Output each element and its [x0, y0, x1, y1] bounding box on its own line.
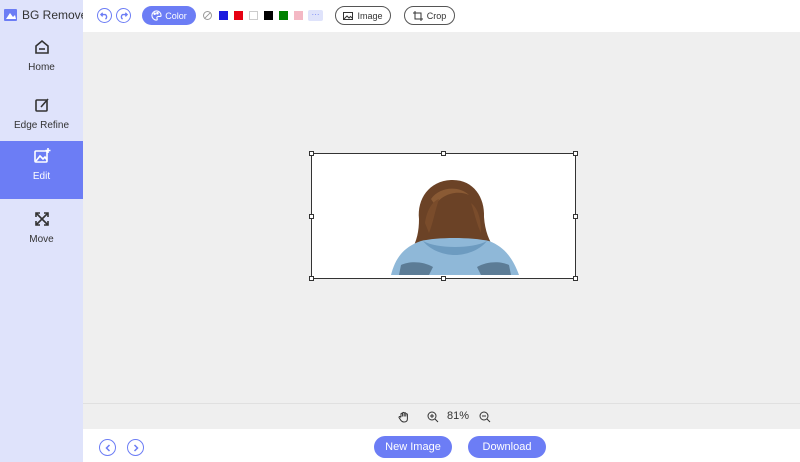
swatch-none[interactable] [203, 11, 212, 20]
sidebar: BG Remover Home Edge Refine Edit Move [0, 0, 91, 462]
resize-handle-top-left[interactable] [309, 151, 314, 156]
sidebar-item-home[interactable]: Home [0, 32, 83, 90]
sidebar-item-move[interactable]: Move [0, 204, 83, 262]
image-icon [343, 11, 354, 20]
download-button[interactable]: Download [468, 436, 546, 458]
zoom-bar: 81% [83, 403, 800, 429]
more-colors-button[interactable]: ··· [308, 10, 323, 21]
image-plus-icon [33, 148, 50, 163]
color-button-label: Color [165, 10, 187, 21]
edit-pen-icon [34, 98, 49, 112]
zoom-level: 81% [447, 410, 470, 422]
sidebar-item-edit[interactable]: Edit [0, 141, 83, 199]
image-button[interactable]: Image [335, 6, 391, 25]
app-title: BG Remover [3, 6, 91, 24]
undo-icon [100, 12, 108, 20]
canvas-area[interactable] [83, 32, 800, 403]
new-image-button[interactable]: New Image [374, 436, 452, 458]
crop-button[interactable]: Crop [404, 6, 455, 25]
image-button-label: Image [357, 10, 383, 21]
swatch-black[interactable] [264, 11, 273, 20]
resize-handle-bottom-right[interactable] [573, 276, 578, 281]
zoom-out-icon[interactable] [479, 411, 491, 423]
redo-button[interactable] [116, 8, 131, 23]
sidebar-item-label: Edit [32, 171, 51, 182]
undo-button[interactable] [97, 8, 112, 23]
resize-handle-bottom[interactable] [441, 276, 446, 281]
redo-icon [120, 12, 128, 20]
chevron-right-icon [133, 443, 139, 452]
sidebar-item-edge-refine[interactable]: Edge Refine [0, 90, 83, 148]
swatch-green[interactable] [279, 11, 288, 20]
toolbar: Color ··· Image Crop [83, 0, 800, 32]
resize-handle-left[interactable] [309, 214, 314, 219]
image-selection-box[interactable] [311, 153, 576, 279]
swatch-blue[interactable] [219, 11, 228, 20]
color-button[interactable]: Color [142, 6, 196, 25]
resize-handle-top-right[interactable] [573, 151, 578, 156]
previous-button[interactable] [99, 439, 116, 456]
home-icon [34, 39, 49, 54]
app-title-text: BG Remover [22, 8, 92, 22]
hand-pan-icon[interactable] [398, 411, 410, 423]
move-arrows-icon [34, 212, 49, 226]
chevron-left-icon [104, 443, 110, 452]
zoom-in-icon[interactable] [427, 411, 439, 423]
footer: New Image Download [83, 429, 800, 462]
swatch-white[interactable] [249, 11, 258, 20]
sidebar-item-label: Move [29, 234, 54, 245]
sidebar-item-label: Edge Refine [13, 120, 70, 131]
palette-icon [151, 10, 162, 21]
resize-handle-top[interactable] [441, 151, 446, 156]
resize-handle-right[interactable] [573, 214, 578, 219]
swatch-pink[interactable] [294, 11, 303, 20]
crop-icon [412, 10, 423, 21]
subject-image [391, 179, 519, 275]
next-button[interactable] [127, 439, 144, 456]
resize-handle-bottom-left[interactable] [309, 276, 314, 281]
swatch-red[interactable] [234, 11, 243, 20]
sidebar-item-label: Home [28, 62, 55, 73]
crop-button-label: Crop [426, 10, 447, 21]
app-logo-icon [4, 9, 17, 21]
